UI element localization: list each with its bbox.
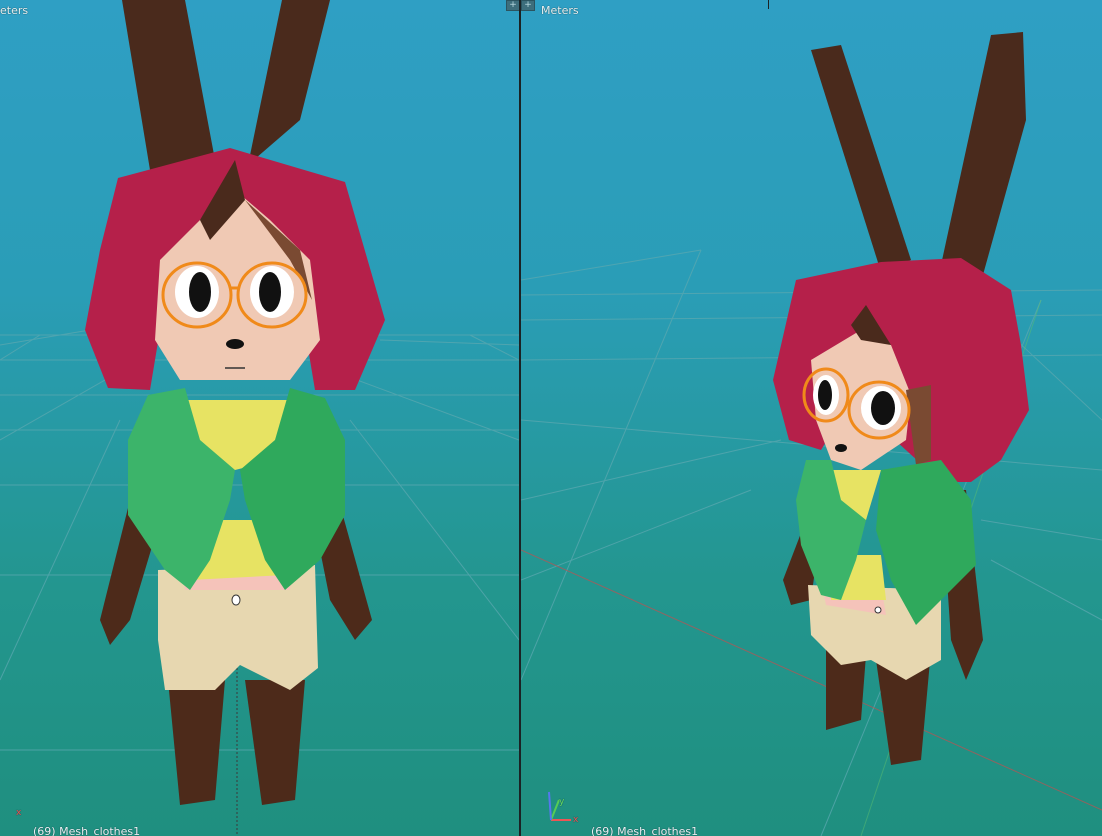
navel (874, 606, 882, 614)
split-area-icon[interactable]: + (521, 0, 535, 11)
units-label: eters (0, 4, 29, 17)
units-label: Meters (541, 4, 579, 17)
viewport-right[interactable]: Meters (69) Mesh_clothes1 x y + (521, 0, 1102, 836)
navel (231, 594, 241, 606)
nose (835, 444, 847, 452)
axis-x-label: x (16, 808, 22, 818)
viewport-left-canvas[interactable] (0, 0, 519, 836)
right-ear (941, 32, 1026, 282)
axis-x-label: x (573, 815, 579, 825)
character-model-front[interactable] (85, 0, 385, 805)
object-info-label: (69) Mesh_clothes1 (33, 825, 141, 836)
split-area-icon[interactable]: + (506, 0, 519, 11)
axis-y-label: y (559, 797, 565, 807)
viewport-right-canvas[interactable] (521, 0, 1102, 836)
viewport-left[interactable]: eters (69) Mesh_clothes1 x + (0, 0, 519, 836)
left-ear (811, 45, 911, 272)
object-info-label: (69) Mesh_clothes1 (591, 825, 699, 836)
right-leg (245, 680, 305, 805)
nose (226, 339, 244, 349)
header-tick (768, 0, 769, 9)
left-leg (168, 680, 225, 805)
right-ear (248, 0, 330, 165)
character-model-angled[interactable] (773, 32, 1029, 765)
left-ear (122, 0, 215, 170)
